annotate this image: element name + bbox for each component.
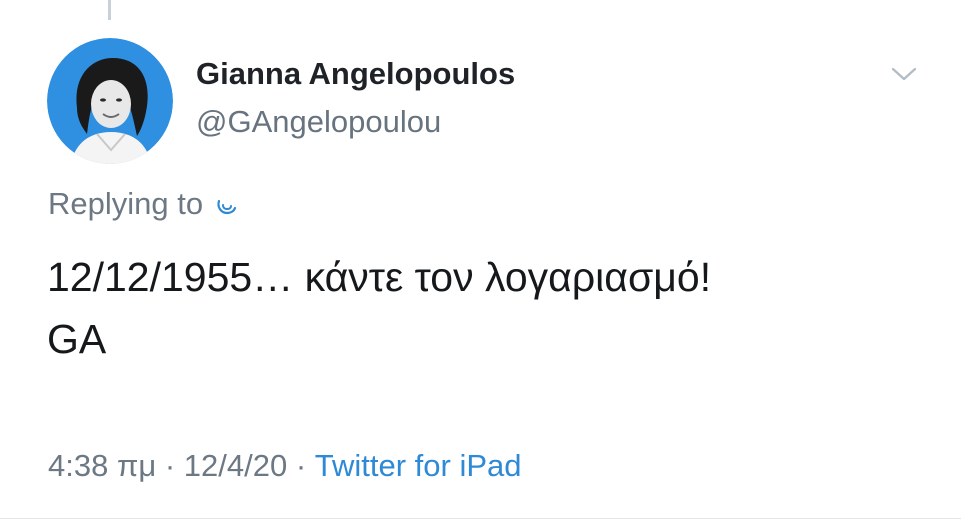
replying-to-label: Replying to (48, 186, 204, 221)
tweet-text-line-2: GA (47, 316, 107, 362)
tweet-card: Gianna Angelopoulos @GAngelopoulou Reply… (0, 0, 961, 530)
replying-to-row: Replying to (48, 186, 239, 222)
divider (0, 518, 961, 519)
chevron-down-icon[interactable] (890, 64, 918, 84)
tweet-time[interactable]: 4:38 πμ (48, 448, 156, 483)
mention-fragment-icon[interactable] (213, 191, 239, 217)
tweet-text-line-1: 12/12/1955… κάντε τον λογαριασμό! (47, 254, 712, 300)
meta-separator: · (156, 448, 184, 483)
thread-connector-line (108, 0, 111, 20)
tweet-date[interactable]: 12/4/20 (184, 448, 287, 483)
tweet-source-link[interactable]: Twitter for iPad (315, 448, 522, 483)
tweet-text: 12/12/1955… κάντε τον λογαριασμό! GA (47, 246, 927, 370)
avatar-image (47, 38, 173, 164)
meta-separator: · (287, 448, 315, 483)
tweet-meta: 4:38 πμ · 12/4/20 · Twitter for iPad (48, 448, 522, 484)
avatar[interactable] (47, 38, 173, 164)
author-handle[interactable]: @GAngelopoulou (196, 104, 441, 140)
author-name[interactable]: Gianna Angelopoulos (196, 56, 515, 92)
